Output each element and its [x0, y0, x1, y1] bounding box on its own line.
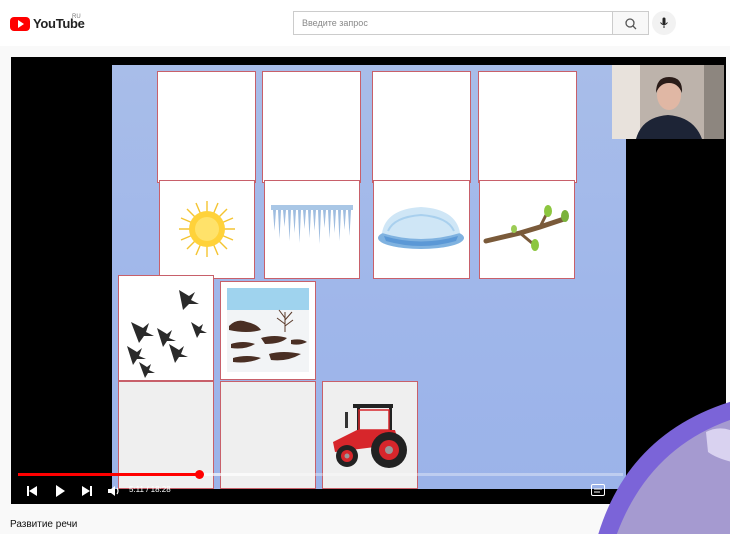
browser-page: YouTube RU Введите запрос 5:11 / 18:28 Р…: [0, 0, 730, 534]
presentation-slide: [112, 65, 626, 489]
voice-search-button[interactable]: [652, 11, 676, 35]
microphone-icon: [660, 17, 668, 28]
scrubber-handle[interactable]: [195, 470, 204, 479]
time-display: 5:11 / 18:28: [129, 485, 171, 494]
ice-floe-icon: [378, 207, 464, 249]
volume-icon[interactable]: [106, 481, 122, 501]
thawed-patches-card: [220, 281, 316, 380]
budding-branch-card: [479, 180, 575, 279]
empty-card: [157, 71, 256, 183]
progress-bar[interactable]: [18, 470, 623, 479]
webcam-overlay: [612, 65, 724, 139]
next-icon[interactable]: [80, 481, 94, 501]
empty-card: [478, 71, 577, 183]
sun-card: [159, 180, 255, 279]
video-title: Развитие речи: [10, 519, 78, 530]
sun-icon: [179, 201, 235, 257]
search-button[interactable]: [613, 11, 649, 35]
previous-icon[interactable]: [25, 481, 39, 501]
icicles-card: [264, 180, 360, 279]
youtube-play-icon: [10, 16, 30, 31]
spring-landscape-icon: [227, 288, 309, 372]
play-icon[interactable]: [53, 481, 67, 501]
ice-floe-card: [373, 180, 470, 279]
empty-card: [262, 71, 361, 183]
empty-card: [372, 71, 471, 183]
search-box: [293, 11, 613, 35]
migrating-birds-card: [118, 275, 214, 381]
youtube-logo[interactable]: YouTube RU: [10, 14, 85, 31]
icicles-icon: [271, 205, 353, 244]
branch-icon: [483, 205, 569, 251]
search-icon: [625, 18, 637, 30]
birds-icon: [127, 290, 207, 378]
masthead: YouTube RU: [0, 0, 730, 46]
search-input[interactable]: [294, 12, 610, 34]
logo-region: RU: [72, 14, 81, 20]
played-bar: [18, 473, 200, 476]
decorative-overlay: [598, 401, 730, 534]
presenter-image: [612, 65, 724, 139]
